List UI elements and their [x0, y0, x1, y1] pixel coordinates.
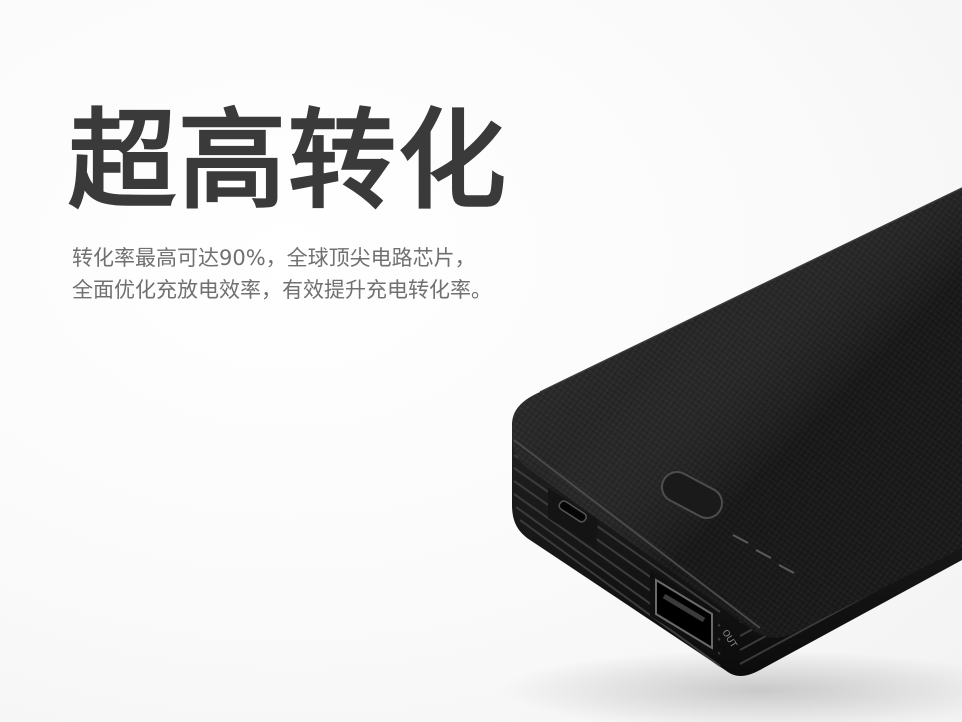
power-bank-image: OUT	[500, 187, 962, 722]
promo-banner: 超高转化 转化率最高可达90%，全球顶尖电路芯片， 全面优化充放电效率，有效提升…	[0, 0, 962, 722]
